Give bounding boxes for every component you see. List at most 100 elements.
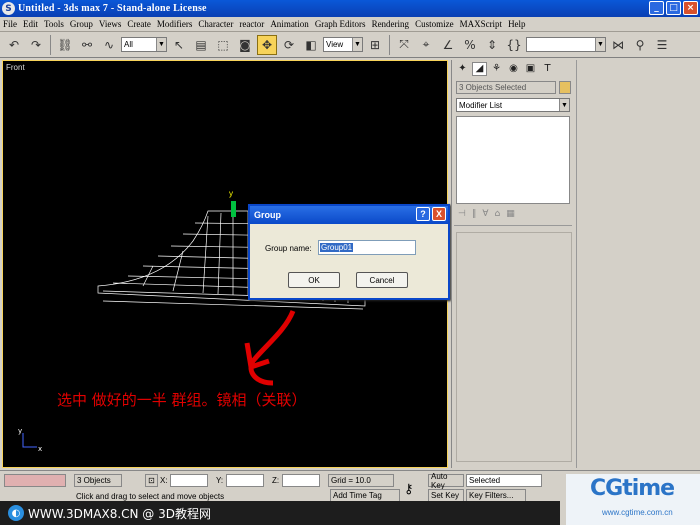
configure-sets-icon[interactable]: ▦: [506, 209, 515, 219]
x-coordinate-label: X:: [160, 476, 168, 485]
menu-character[interactable]: Character: [198, 19, 233, 29]
menu-file[interactable]: File: [3, 19, 17, 29]
menu-create[interactable]: Create: [127, 19, 150, 29]
select-by-name-icon[interactable]: ▤: [191, 35, 211, 55]
reference-coordinate-value: View: [326, 40, 344, 49]
menu-modifiers[interactable]: Modifiers: [157, 19, 193, 29]
status-prompt: Click and drag to select and move object…: [76, 492, 225, 501]
chevron-down-icon: ▼: [559, 99, 569, 111]
selection-name-field[interactable]: 3 Objects Selected: [456, 81, 556, 94]
menu-rendering[interactable]: Rendering: [372, 19, 410, 29]
menu-maxscript[interactable]: MAXScript: [460, 19, 503, 29]
layer-manager-icon[interactable]: ☰: [652, 35, 672, 55]
manipulate-icon[interactable]: ⤧: [394, 35, 414, 55]
redo-icon[interactable]: ↷: [26, 35, 46, 55]
mirror-icon[interactable]: ⋈: [608, 35, 628, 55]
object-color-swatch[interactable]: [559, 81, 571, 94]
motion-tab-icon[interactable]: ◉: [506, 62, 521, 76]
watermark-footer: ◐ WWW.3DMAX8.CN @ 3D教程网: [0, 501, 560, 525]
selection-count: 3 Objects: [74, 474, 122, 487]
make-unique-icon[interactable]: ∀: [482, 209, 488, 219]
empty-panel-area: [576, 60, 700, 468]
grid-size: Grid = 10.0: [328, 474, 394, 487]
display-tab-icon[interactable]: ▣: [523, 62, 538, 76]
undo-icon[interactable]: ↶: [4, 35, 24, 55]
app-icon[interactable]: S: [2, 2, 15, 15]
modify-tab-icon[interactable]: ◢: [472, 61, 487, 76]
group-name-input[interactable]: Group01: [318, 240, 416, 255]
bind-space-warp-icon[interactable]: ∿: [99, 35, 119, 55]
menu-customize[interactable]: Customize: [415, 19, 454, 29]
menu-animation[interactable]: Animation: [270, 19, 309, 29]
group-name-value: Group01: [320, 243, 354, 252]
menu-edit[interactable]: Edit: [23, 19, 38, 29]
spinner-snap-icon[interactable]: ⇕: [482, 35, 502, 55]
create-tab-icon[interactable]: ✦: [455, 62, 470, 76]
menu-group[interactable]: Group: [70, 19, 93, 29]
axis-tripod: [22, 433, 37, 448]
chevron-down-icon: ▼: [156, 38, 166, 51]
select-and-rotate-icon[interactable]: ⟳: [279, 35, 299, 55]
menu-reactor[interactable]: reactor: [239, 19, 264, 29]
main-toolbar: ↶ ↷ ⛓ ⚯ ∿ All ▼ ↖ ▤ ⬚ ◙ ✥ ⟳ ◧ View ▼ ⊞ ⤧…: [0, 32, 700, 58]
snap-toggle-icon[interactable]: ⌖: [416, 35, 436, 55]
menu-views[interactable]: Views: [99, 19, 121, 29]
select-and-move-icon[interactable]: ✥: [257, 34, 277, 55]
show-end-result-icon[interactable]: ‖: [472, 209, 477, 219]
key-mode-dropdown[interactable]: Selected: [466, 474, 542, 487]
reference-coordinate-dropdown[interactable]: View ▼: [323, 37, 363, 52]
chevron-down-icon: ▼: [352, 38, 362, 51]
close-button[interactable]: ×: [683, 1, 698, 15]
maximize-button[interactable]: □: [666, 1, 681, 15]
watermark-text: WWW.3DMAX8.CN @ 3D教程网: [28, 506, 212, 521]
panel-divider: [454, 225, 572, 226]
select-object-icon[interactable]: ↖: [169, 35, 189, 55]
z-coordinate-field[interactable]: [282, 474, 320, 487]
group-name-label: Group name:: [265, 244, 312, 253]
remove-modifier-icon[interactable]: ⌂: [495, 209, 501, 219]
dialog-close-button[interactable]: X: [432, 207, 446, 221]
select-and-scale-icon[interactable]: ◧: [301, 35, 321, 55]
y-coordinate-field[interactable]: [226, 474, 264, 487]
cgtime-url: www.cgtime.com.cn: [602, 508, 673, 517]
menu-help[interactable]: Help: [508, 19, 526, 29]
menu-graph-editors[interactable]: Graph Editors: [315, 19, 366, 29]
tripod-x-label: x: [38, 445, 42, 453]
gizmo-y-label: y: [229, 189, 233, 198]
angle-snap-icon[interactable]: ∠: [438, 35, 458, 55]
ok-button[interactable]: OK: [288, 272, 340, 288]
utilities-tab-icon[interactable]: T: [540, 62, 555, 76]
cgtime-logo-text: CGtime: [590, 476, 675, 501]
cgtime-logo: CGtime www.cgtime.com.cn: [566, 474, 700, 525]
auto-key-button[interactable]: Auto Key: [428, 472, 464, 490]
site-logo-icon: ◐: [8, 505, 24, 521]
pin-stack-icon[interactable]: ⊣: [458, 209, 466, 219]
stack-tools: ⊣ ‖ ∀ ⌂ ▦: [458, 209, 515, 219]
rectangular-selection-icon[interactable]: ⬚: [213, 35, 233, 55]
chinese-annotation: 选中 做好的一半 群组。镜相（关联）: [57, 391, 307, 409]
unlink-icon[interactable]: ⚯: [77, 35, 97, 55]
tripod-y-label: y: [18, 427, 22, 435]
modifier-stack[interactable]: [456, 116, 570, 204]
named-selection-dropdown[interactable]: ▼: [526, 37, 606, 52]
pivot-center-icon[interactable]: ⊞: [365, 35, 385, 55]
x-coordinate-field[interactable]: [170, 474, 208, 487]
window-crossing-icon[interactable]: ◙: [235, 35, 255, 55]
hierarchy-tab-icon[interactable]: ⚘: [489, 62, 504, 76]
percent-snap-icon[interactable]: %: [460, 35, 480, 55]
selection-lock-icon[interactable]: ⊡: [145, 474, 158, 487]
command-panel: ✦ ◢ ⚘ ◉ ▣ T 3 Objects Selected Modifier …: [451, 60, 574, 468]
minimize-button[interactable]: _: [649, 1, 664, 15]
edit-named-selection-icon[interactable]: {}: [504, 35, 524, 55]
modifier-list-dropdown[interactable]: Modifier List ▼: [456, 98, 570, 112]
select-link-icon[interactable]: ⛓: [55, 35, 75, 55]
help-button[interactable]: ?: [416, 207, 430, 221]
key-icon[interactable]: ⚷: [404, 481, 414, 497]
maxscript-listener[interactable]: [4, 474, 66, 487]
menu-tools[interactable]: Tools: [44, 19, 64, 29]
window-title: Untitled - 3ds max 7 - Stand-alone Licen…: [18, 3, 207, 14]
align-icon[interactable]: ⚲: [630, 35, 650, 55]
red-arrow-annotation: [248, 309, 296, 386]
selection-filter-dropdown[interactable]: All ▼: [121, 37, 167, 52]
cancel-button[interactable]: Cancel: [356, 272, 408, 288]
